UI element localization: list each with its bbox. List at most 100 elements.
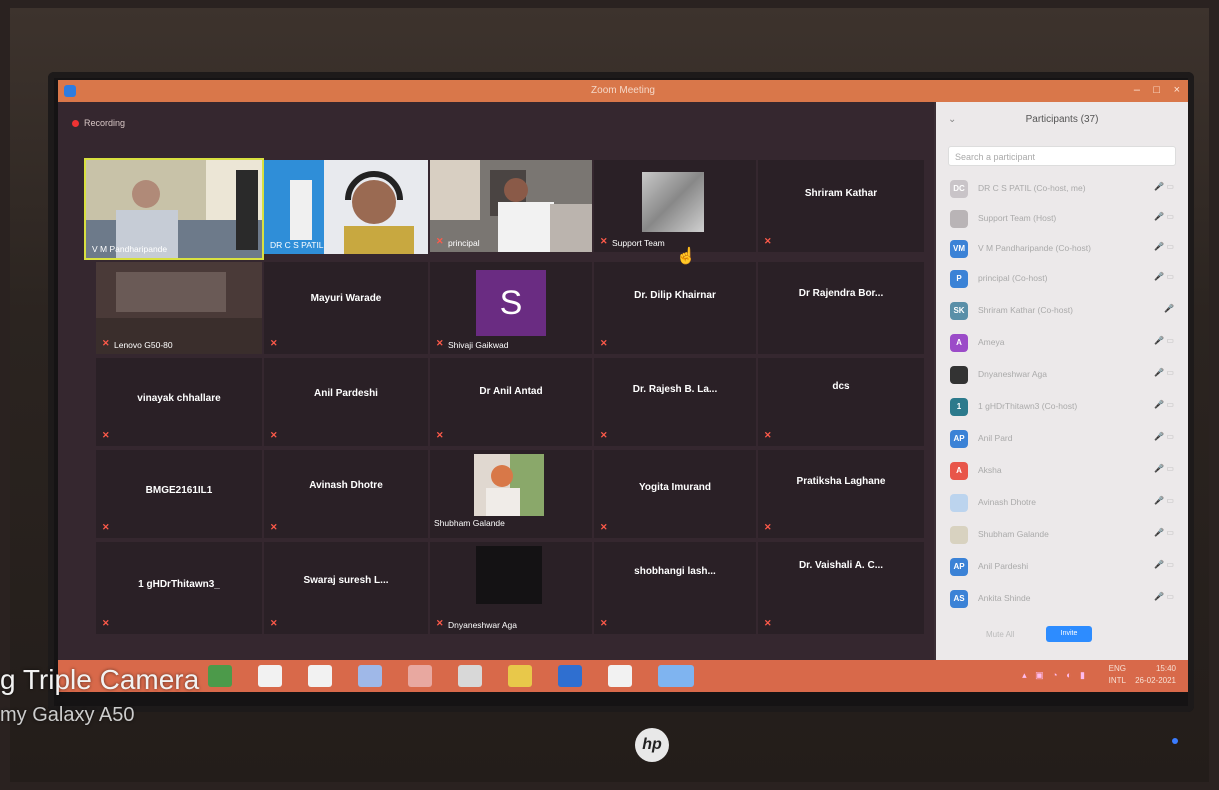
participant-row[interactable]: A Aksha 🎤 ▭ (950, 460, 1176, 484)
tile-participant[interactable]: Avinash Dhotre ✕ (264, 450, 428, 538)
chrome-icon[interactable] (508, 665, 532, 687)
tile-participant[interactable]: Shriram Kathar ✕ (758, 160, 924, 252)
invite-button[interactable]: Invite (1046, 626, 1092, 642)
participant-avatar: A (950, 462, 968, 480)
participant-row[interactable]: AP Anil Pard 🎤 ▭ (950, 428, 1176, 452)
participant-row[interactable]: 1 1 gHDrThitawn3 (Co-host) 🎤 ▭ (950, 396, 1176, 420)
tile-name-label: Shubham Galande (434, 518, 505, 528)
clock[interactable]: 15:40 26-02-2021 (1135, 663, 1176, 687)
tile-participant[interactable]: Dr. Dilip Khairnar ✕ (594, 262, 756, 354)
tile-participant[interactable]: Dr Anil Antad ✕ (430, 358, 592, 446)
tile-participant[interactable]: 1 gHDrThitawn3_ ✕ (96, 542, 262, 634)
tile-participant-photo[interactable]: Shubham Galande (430, 450, 592, 538)
hand-cursor-icon: ☝ (676, 248, 696, 265)
tile-participant[interactable]: BMGE2161IL1 ✕ (96, 450, 262, 538)
taskbar-app-icon[interactable] (308, 665, 332, 687)
maximize-button[interactable]: □ (1153, 84, 1160, 96)
participant-name: Avinash Dhotre (978, 497, 1036, 507)
tile-name-label: vinayak chhallare (137, 393, 221, 405)
taskbar-app-icon[interactable] (608, 665, 632, 687)
tile-name-label: Avinash Dhotre (309, 479, 383, 491)
window-titlebar: Zoom Meeting – □ × (58, 80, 1188, 102)
participant-avatar: DC (950, 180, 968, 198)
tile-participant[interactable]: vinayak chhallare ✕ (96, 358, 262, 446)
participant-row[interactable]: P principal (Co-host) 🎤 ▭ (950, 268, 1176, 292)
taskbar-app-icon[interactable] (558, 665, 582, 687)
tile-name-label: dcs (832, 380, 850, 392)
video-tile-speaker[interactable]: V M Pandharipande (84, 158, 264, 260)
participant-row[interactable]: Avinash Dhotre 🎤 ▭ (950, 492, 1176, 516)
recording-indicator[interactable]: Recording (72, 118, 125, 128)
system-tray-icons[interactable]: ▴ ▣ ◔ ◐ ▮ (1022, 670, 1088, 681)
participant-row[interactable]: VM V M Pandharipande (Co-host) 🎤 ▭ (950, 238, 1176, 262)
zoom-taskbar-icon[interactable] (658, 665, 694, 687)
language-sub-label: INTL (1108, 676, 1126, 685)
tile-participant[interactable]: Dr. Vaishali A. C... ✕ (758, 542, 924, 634)
muted-mic-icon: ✕ (764, 430, 772, 440)
mic-video-icons: 🎤 ▭ (1154, 242, 1174, 251)
tile-name-label: Dr. Dilip Khairnar (634, 289, 716, 301)
tile-name-label: Dr Anil Antad (479, 386, 543, 398)
mic-video-icons: 🎤 ▭ (1154, 496, 1174, 505)
taskbar-app-icon[interactable] (408, 665, 432, 687)
participant-avatar: P (950, 270, 968, 288)
tile-participant[interactable]: Dr. Rajesh B. La... ✕ (594, 358, 756, 446)
participant-name: Ankita Shinde (978, 593, 1031, 603)
gallery-view: Recording V M Pandharipande DR C S PATIL… (58, 102, 934, 660)
tile-participant[interactable]: shobhangi lash... ✕ (594, 542, 756, 634)
muted-mic-icon: ✕ (270, 430, 278, 440)
tile-support-team[interactable]: ✕ Support Team (594, 160, 756, 252)
participant-row[interactable]: Shubham Galande 🎤 ▭ (950, 524, 1176, 548)
participant-row[interactable]: AS Ankita Shinde 🎤 ▭ (950, 588, 1176, 612)
muted-mic-icon: ✕ (600, 338, 608, 348)
participant-avatar (950, 494, 968, 512)
participant-row[interactable]: Dnyaneshwar Aga 🎤 ▭ (950, 364, 1176, 388)
muted-mic-icon: ✕ (436, 236, 444, 246)
language-indicator[interactable]: ENG INTL (1109, 663, 1126, 687)
participant-row[interactable]: Support Team (Host) 🎤 ▭ (950, 208, 1176, 232)
taskbar-app-icon[interactable] (258, 665, 282, 687)
taskbar-app-icon[interactable] (358, 665, 382, 687)
mic-video-icons: 🎤 ▭ (1154, 182, 1174, 191)
tile-participant[interactable]: dcs ✕ (758, 358, 924, 446)
participant-avatar: AP (950, 558, 968, 576)
muted-mic-icon: ✕ (102, 522, 110, 532)
tile-participant[interactable]: Yogita Imurand ✕ (594, 450, 756, 538)
participant-row[interactable]: SK Shriram Kathar (Co-host) 🎤 (950, 300, 1176, 324)
minimize-button[interactable]: – (1134, 84, 1140, 96)
close-button[interactable]: × (1174, 84, 1180, 96)
participant-name: V M Pandharipande (Co-host) (978, 243, 1091, 253)
tile-name-label: Anil Pardeshi (314, 387, 378, 399)
muted-mic-icon: ✕ (102, 618, 110, 628)
tile-participant-photo[interactable]: ✕ Dnyaneshwar Aga (430, 542, 592, 634)
participant-row[interactable]: DC DR C S PATIL (Co-host, me) 🎤 ▭ (950, 178, 1176, 202)
participant-dark-photo (476, 546, 542, 604)
participant-name: Shubham Galande (978, 529, 1049, 539)
video-tile-principal[interactable]: ✕ principal (430, 160, 592, 252)
participant-name: Anil Pardeshi (978, 561, 1029, 571)
clock-date: 26-02-2021 (1135, 676, 1176, 685)
mic-video-icons: 🎤 ▭ (1154, 272, 1174, 281)
muted-mic-icon: ✕ (436, 430, 444, 440)
participant-avatar (950, 210, 968, 228)
participant-name: principal (Co-host) (978, 273, 1048, 283)
muted-mic-icon: ✕ (270, 338, 278, 348)
tile-name-label: Yogita Imurand (638, 481, 712, 493)
recording-dot-icon (72, 120, 79, 128)
taskbar-app-icon[interactable] (208, 665, 232, 687)
participant-row[interactable]: A Ameya 🎤 ▭ (950, 332, 1176, 356)
mute-all-button[interactable]: Mute All (986, 630, 1014, 639)
tile-participant-avatar[interactable]: S ✕ Shivaji Gaikwad (430, 262, 592, 354)
participant-search-input[interactable]: Search a participant (948, 146, 1176, 166)
tile-lenovo[interactable]: ✕ Lenovo G50-80 (96, 262, 262, 354)
video-tile-patil[interactable]: DR C S PATIL (264, 160, 428, 254)
tile-participant[interactable]: Dr Rajendra Bor... (758, 262, 924, 354)
tile-participant[interactable]: Anil Pardeshi ✕ (264, 358, 428, 446)
participant-row[interactable]: AP Anil Pardeshi 🎤 ▭ (950, 556, 1176, 580)
windows-taskbar: ▴ ▣ ◔ ◐ ▮ ENG INTL 15:40 26-02-2021 (58, 660, 1188, 692)
tile-participant[interactable]: Pratiksha Laghane ✕ (758, 450, 924, 538)
tile-participant[interactable]: Swaraj suresh L... ✕ (264, 542, 428, 634)
participant-name: Shriram Kathar (Co-host) (978, 305, 1073, 315)
taskbar-app-icon[interactable] (458, 665, 482, 687)
tile-participant[interactable]: Mayuri Warade ✕ (264, 262, 428, 354)
